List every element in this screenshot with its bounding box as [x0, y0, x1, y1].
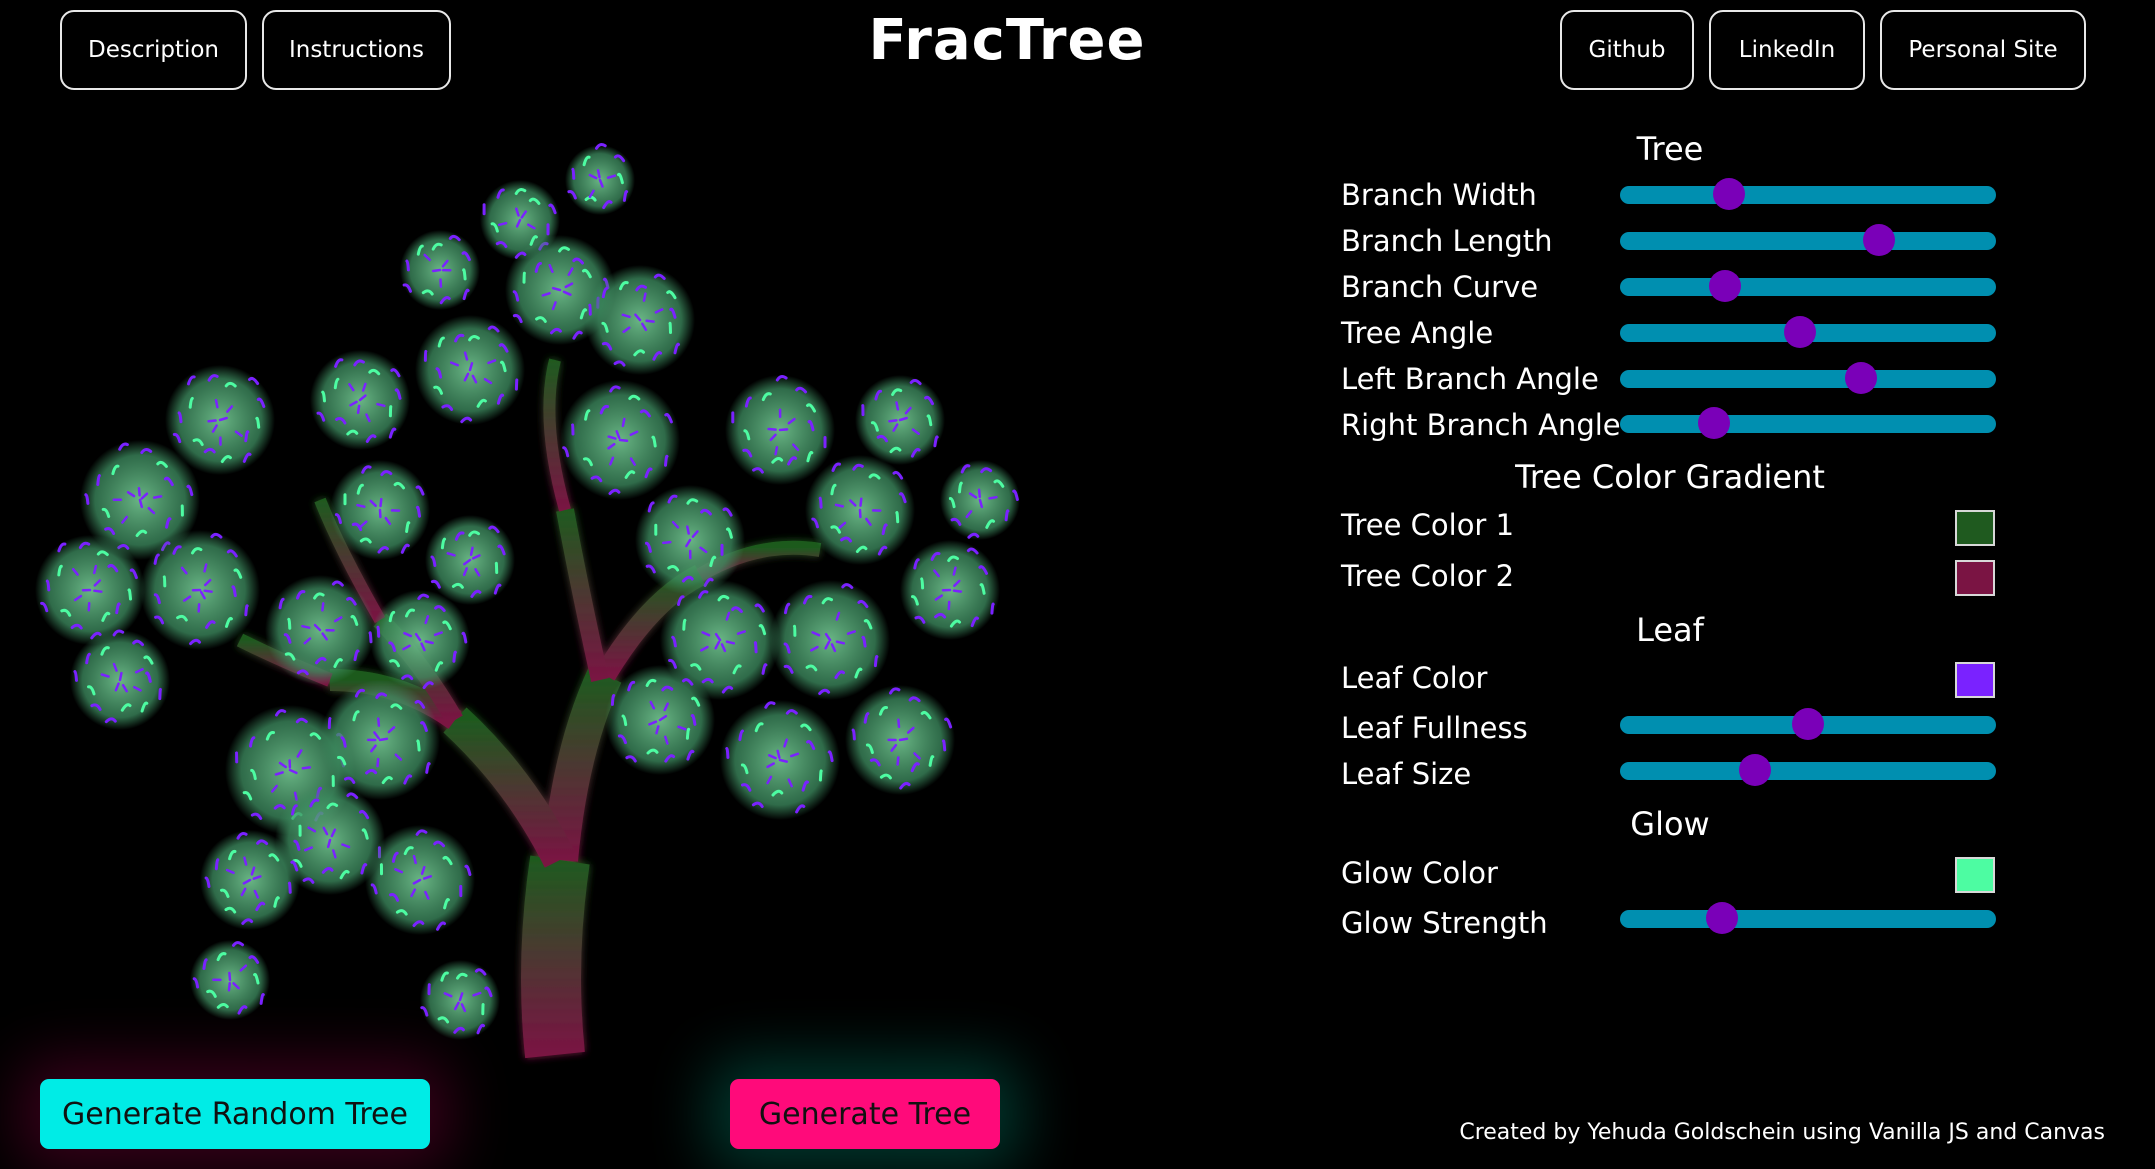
- glow-strength-slider[interactable]: [1620, 902, 1996, 934]
- leaf-cluster: [480, 180, 560, 260]
- tree-branches: [236, 358, 822, 1059]
- leaf-cluster: [140, 530, 260, 650]
- branch-curve-label: Branch Curve: [1341, 270, 1539, 304]
- slider-thumb[interactable]: [1844, 362, 1877, 394]
- branch-length-slider[interactable]: [1620, 224, 1996, 256]
- leaf-cluster: [855, 375, 945, 465]
- glow-color-picker[interactable]: [1955, 857, 1995, 893]
- generate-random-tree-button[interactable]: Generate Random Tree: [40, 1079, 430, 1149]
- personal-site-button[interactable]: Personal Site: [1880, 10, 2086, 90]
- leaf-cluster: [605, 665, 715, 775]
- leaf-cluster: [365, 825, 475, 935]
- right-branch-angle-label: Right Branch Angle: [1341, 408, 1621, 442]
- leaf-cluster: [415, 315, 525, 425]
- slider-thumb[interactable]: [1792, 708, 1824, 740]
- leaf-cluster: [70, 629, 170, 730]
- leaf-cluster: [310, 350, 410, 450]
- glow-strength-label: Glow Strength: [1341, 906, 1548, 940]
- leaf-cluster: [940, 460, 1020, 540]
- leaf-cluster: [370, 590, 470, 690]
- tree-color-1-picker[interactable]: [1955, 510, 1995, 546]
- leaf-cluster: [900, 540, 1000, 640]
- slider-thumb[interactable]: [1709, 270, 1742, 302]
- tree-angle-slider[interactable]: [1620, 316, 1996, 348]
- slider-thumb[interactable]: [1713, 178, 1746, 210]
- leaf-cluster: [190, 940, 270, 1020]
- branch-segment: [443, 707, 576, 868]
- leaf-cluster: [565, 143, 635, 215]
- leaf-color-picker[interactable]: [1955, 662, 1995, 698]
- slider-thumb[interactable]: [1705, 902, 1738, 934]
- leaf-cluster: [770, 580, 890, 700]
- left-branch-angle-label: Left Branch Angle: [1341, 362, 1599, 396]
- app-title: FracTree: [868, 8, 1146, 73]
- leaf-cluster: [200, 830, 300, 930]
- section-heading-gradient: Tree Color Gradient: [1515, 458, 1825, 496]
- section-heading-tree: Tree: [1636, 130, 1704, 168]
- tree-color-1-label: Tree Color 1: [1341, 508, 1515, 542]
- leaf-cluster: [805, 455, 915, 565]
- slider-thumb[interactable]: [1784, 316, 1817, 348]
- leaf-cluster: [585, 265, 695, 375]
- leaf-cluster: [635, 485, 745, 595]
- tree-color-2-picker[interactable]: [1955, 560, 1995, 596]
- leaf-cluster: [845, 685, 955, 795]
- tree-canvas: [35, 143, 1020, 1059]
- instructions-button[interactable]: Instructions: [262, 10, 451, 90]
- left-branch-angle-slider[interactable]: [1620, 362, 1996, 394]
- branch-width-slider[interactable]: [1620, 178, 1996, 210]
- glow-color-label: Glow Color: [1341, 856, 1498, 890]
- tree-angle-label: Tree Angle: [1341, 316, 1494, 350]
- branch-segment: [556, 508, 609, 682]
- leaf-cluster: [420, 960, 500, 1040]
- leaf-color-label: Leaf Color: [1341, 661, 1488, 695]
- leaf-size-slider[interactable]: [1620, 754, 1996, 786]
- leaf-cluster: [560, 380, 680, 500]
- leaf-fullness-label: Leaf Fullness: [1341, 711, 1528, 745]
- leaf-cluster: [720, 700, 840, 820]
- slider-thumb[interactable]: [1739, 754, 1772, 786]
- section-heading-glow: Glow: [1630, 805, 1710, 843]
- slider-thumb[interactable]: [1863, 224, 1896, 256]
- branch-curve-slider[interactable]: [1620, 270, 1996, 302]
- leaf-fullness-slider[interactable]: [1620, 708, 1996, 740]
- leaf-cluster: [35, 535, 145, 645]
- leaf-cluster: [320, 680, 440, 800]
- leaf-cluster: [725, 375, 835, 485]
- footer-credit: Created by Yehuda Goldschein using Vanil…: [1459, 1120, 2105, 1145]
- generate-tree-button[interactable]: Generate Tree: [730, 1079, 1000, 1149]
- branch-width-label: Branch Width: [1341, 178, 1537, 212]
- branch-segment: [521, 855, 590, 1059]
- leaf-cluster: [425, 515, 515, 605]
- leaf-cluster: [165, 365, 275, 475]
- linkedin-button[interactable]: LinkedIn: [1709, 10, 1865, 90]
- tree-color-2-label: Tree Color 2: [1341, 559, 1515, 593]
- github-button[interactable]: Github: [1560, 10, 1694, 90]
- right-branch-angle-slider[interactable]: [1620, 407, 1996, 439]
- branch-length-label: Branch Length: [1341, 224, 1553, 258]
- leaf-cluster: [265, 575, 375, 685]
- leaf-cluster: [400, 230, 480, 310]
- leaf-cluster: [330, 460, 430, 560]
- leaf-size-label: Leaf Size: [1341, 757, 1472, 791]
- slider-thumb[interactable]: [1698, 407, 1730, 439]
- section-heading-leaf: Leaf: [1636, 611, 1704, 649]
- description-button[interactable]: Description: [60, 10, 247, 90]
- branch-segment: [542, 667, 622, 862]
